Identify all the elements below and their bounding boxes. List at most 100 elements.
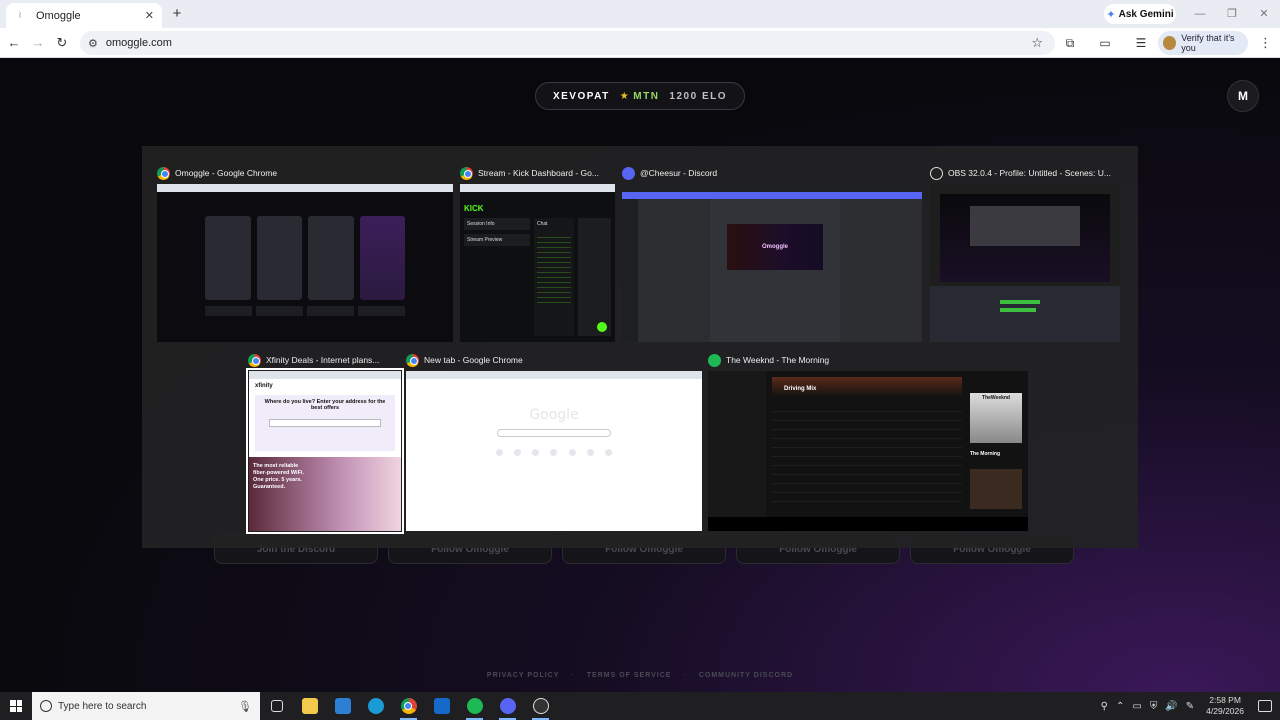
spotify-icon: [708, 353, 721, 367]
microphone-icon[interactable]: 🎙: [238, 700, 252, 713]
switcher-window-xfinity[interactable]: Xfinity Deals - Internet plans... xfinit…: [246, 350, 404, 534]
store-button[interactable]: [326, 692, 359, 720]
windows-logo-icon: [10, 700, 22, 712]
chrome-taskbar-button[interactable]: [392, 692, 425, 720]
xfinity-question: Where do you live? Enter your address fo…: [264, 399, 386, 411]
window-caption: @Cheesur - Discord: [622, 163, 922, 183]
window-title: The Weeknd - The Morning: [726, 355, 830, 365]
spotify-artist: TheWeeknd: [982, 395, 1010, 401]
url-text: omoggle.com: [105, 37, 172, 49]
clock[interactable]: 2:58 PM 4/29/2026: [1206, 695, 1244, 717]
verify-profile-button[interactable]: Verify that it's you: [1158, 31, 1248, 55]
verify-label: Verify that it's you: [1181, 33, 1235, 53]
kick-stream-preview: Stream Preview: [464, 234, 530, 246]
community-discord-link[interactable]: COMMUNITY DISCORD: [699, 672, 793, 679]
clock-date: 4/29/2026: [1206, 706, 1244, 716]
spotify-track: The Morning: [970, 451, 1000, 457]
chrome-icon: [406, 353, 419, 367]
search-icon: [40, 700, 52, 712]
kick-session-info: Session Info: [464, 218, 530, 230]
xfinity-promo: The most reliable fiber-powered WiFi. On…: [253, 463, 304, 490]
task-switcher: Omoggle - Google Chrome Stream - Kick Da…: [142, 146, 1138, 548]
privacy-policy-link[interactable]: PRIVACY POLICY: [487, 672, 559, 679]
switcher-window-discord[interactable]: @Cheesur - Discord Omoggle: [622, 163, 922, 342]
kick-chat-label: Chat: [537, 221, 548, 227]
chrome-icon: [157, 166, 170, 180]
kick-chat: Chat: [534, 218, 574, 336]
pen-icon[interactable]: ✎: [1186, 701, 1194, 712]
discord-icon: [622, 166, 635, 180]
switcher-window-newtab[interactable]: New tab - Google Chrome Google: [406, 350, 702, 533]
omoggle-favicon-icon: ≀: [18, 9, 22, 21]
window-thumbnail: Google: [406, 371, 702, 531]
mail-button[interactable]: [425, 692, 458, 720]
spotify-taskbar-button[interactable]: [458, 692, 491, 720]
task-view-button[interactable]: [260, 692, 293, 720]
switcher-window-obs[interactable]: OBS 32.0.4 - Profile: Untitled - Scenes:…: [930, 163, 1120, 342]
switcher-window-kick[interactable]: Stream - Kick Dashboard - Go... KICK Ses…: [460, 163, 615, 342]
window-thumbnail: Omoggle: [622, 184, 922, 342]
file-explorer-button[interactable]: [293, 692, 326, 720]
back-arrow-icon[interactable]: ←: [6, 35, 22, 51]
taskbar-search[interactable]: Type here to search 🎙: [32, 692, 260, 720]
reload-icon[interactable]: ↻: [54, 35, 70, 51]
window-controls: — ❐ ✕: [1184, 0, 1280, 28]
ask-gemini-button[interactable]: ✦ Ask Gemini: [1104, 4, 1176, 24]
window-caption: New tab - Google Chrome: [406, 350, 702, 370]
start-button[interactable]: [0, 692, 32, 720]
window-title: Omoggle - Google Chrome: [175, 168, 278, 178]
window-title: Xfinity Deals - Internet plans...: [266, 355, 380, 365]
window-thumbnail: xfinity Where do you live? Enter your ad…: [246, 368, 404, 534]
discord-taskbar-button[interactable]: [491, 692, 524, 720]
chrome-icon: [400, 698, 417, 714]
window-caption: Stream - Kick Dashboard - Go...: [460, 163, 615, 183]
clock-time: 2:58 PM: [1209, 695, 1241, 705]
window-thumbnail: Driving Mix TheWeeknd The Morning: [708, 371, 1028, 531]
network-icon[interactable]: ▭: [1132, 701, 1141, 712]
forward-arrow-icon[interactable]: →: [30, 35, 46, 51]
footer-links: PRIVACY POLICY · TERMS OF SERVICE · COMM…: [0, 672, 1280, 679]
window-thumbnail: [157, 184, 453, 342]
defender-icon[interactable]: ⛨: [1150, 701, 1158, 712]
browser-toolbar: ← → ↻ ⚙ omoggle.com ☆ ⧉ ▭ ☰ Verify that …: [0, 28, 1280, 58]
close-tab-icon[interactable]: ✕: [145, 9, 154, 22]
rank-star-icon: ★: [619, 90, 631, 102]
profile-pill[interactable]: XEVOPAT ★ MTN 1200 ELO: [535, 82, 745, 110]
kick-logo: KICK: [464, 204, 484, 213]
close-window-icon[interactable]: ✕: [1248, 0, 1280, 28]
reading-list-icon[interactable]: ☰: [1133, 35, 1149, 51]
extensions-icon[interactable]: ⧉: [1062, 35, 1078, 51]
switcher-window-spotify[interactable]: The Weeknd - The Morning Driving Mix The…: [708, 350, 1028, 533]
people-icon[interactable]: ⚲: [1101, 701, 1108, 712]
mail-icon: [433, 698, 450, 714]
site-info-icon[interactable]: ⚙: [88, 37, 98, 50]
discord-icon: [499, 698, 516, 714]
windows-taskbar: Type here to search 🎙 ⚲ ⌃ ▭ ⛨ 🔊 ✎ 2:58 P…: [0, 692, 1280, 720]
restore-icon[interactable]: ❐: [1216, 0, 1248, 28]
window-title: New tab - Google Chrome: [424, 355, 523, 365]
folder-icon: [301, 698, 318, 714]
menu-avatar-button[interactable]: M: [1227, 80, 1259, 112]
edge-icon: [367, 698, 384, 714]
obs-taskbar-button[interactable]: [524, 692, 557, 720]
address-bar[interactable]: ⚙ omoggle.com ☆: [80, 31, 1055, 55]
bookmark-star-icon[interactable]: ☆: [1031, 35, 1043, 51]
window-thumbnail: KICK Session Info Stream Preview Chat: [460, 184, 615, 342]
switcher-window-omoggle[interactable]: Omoggle - Google Chrome: [157, 163, 453, 342]
minimize-icon[interactable]: —: [1184, 0, 1216, 28]
window-caption: OBS 32.0.4 - Profile: Untitled - Scenes:…: [930, 163, 1120, 183]
notification-icon[interactable]: [1258, 700, 1272, 712]
chevron-up-icon[interactable]: ⌃: [1116, 701, 1124, 712]
profile-avatar: [1163, 36, 1177, 50]
browser-tab-omoggle[interactable]: ≀ Omoggle ✕: [6, 3, 162, 28]
new-tab-button[interactable]: +: [168, 5, 186, 23]
rank-label: MTN: [633, 90, 660, 102]
volume-icon[interactable]: 🔊: [1165, 701, 1177, 712]
chrome-menu-icon[interactable]: ⋮: [1259, 35, 1272, 51]
terms-link[interactable]: TERMS OF SERVICE: [587, 672, 672, 679]
cast-icon[interactable]: ▭: [1097, 35, 1113, 51]
edge-button[interactable]: [359, 692, 392, 720]
window-thumbnail: [930, 184, 1120, 342]
rank-badge: ★ MTN: [620, 91, 660, 102]
window-title: Stream - Kick Dashboard - Go...: [478, 168, 599, 178]
